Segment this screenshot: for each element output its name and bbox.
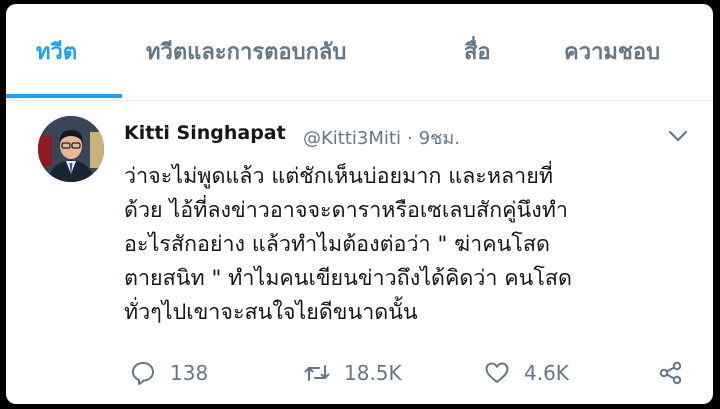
reply-icon [132, 362, 154, 385]
like-count: 4.6K [524, 361, 569, 385]
tweet-timestamp[interactable]: 9ชม. [419, 128, 460, 149]
tweet-actions: 138 18.5K 4.6K [6, 354, 713, 394]
reply-count: 138 [170, 361, 209, 385]
tab-tweets[interactable]: ทวีต [36, 34, 77, 69]
tweet-meta: @Kitti3Miti · 9ชม. [303, 123, 466, 152]
tweet-line: ว่าจะไม่พูดแล้ว แต่ชักเห็นบ่อยมาก และหลา… [124, 164, 554, 189]
author-handle[interactable]: @Kitti3Miti [303, 128, 401, 149]
share-icon [659, 361, 682, 385]
share-button[interactable] [658, 360, 684, 386]
author-name[interactable]: Kitti Singhapat [124, 122, 286, 144]
like-button[interactable]: 4.6K [484, 360, 569, 386]
tab-likes[interactable]: ความชอบ [564, 34, 660, 69]
tab-media[interactable]: สื่อ [464, 34, 491, 69]
meta-separator: · [406, 128, 413, 149]
tweet-line: ทั่วๆไปเขาจะสนใจไยดีขนาดนั้น [124, 300, 418, 325]
tweet-line: ตายสนิท " ทำไมคนเขียนข่าวถึงได้คิดว่า คน… [124, 266, 573, 291]
tweet-text: ว่าจะไม่พูดแล้ว แต่ชักเห็นบ่อยมาก และหลา… [124, 160, 704, 330]
avatar[interactable] [38, 116, 104, 182]
tweet-line: ด้วย ไอ้ที่ลงข่าวอาจจะดาราหรือเซเลบสักคู… [124, 198, 568, 223]
reply-button[interactable]: 138 [130, 360, 208, 386]
active-tab-indicator [6, 94, 122, 98]
retweet-count: 18.5K [344, 361, 402, 385]
retweet-button[interactable]: 18.5K [304, 360, 402, 386]
tab-tweets-and-replies[interactable]: ทวีตและการตอบกลับ [146, 34, 346, 69]
like-icon [485, 362, 509, 383]
tweet-line: อะไรสักอย่าง แล้วทำไมต้องต่อว่า " ฆ่าคนโ… [124, 232, 550, 257]
retweet-icon [304, 365, 330, 381]
profile-tabs: ทวีต ทวีตและการตอบกลับ สื่อ ความชอบ [6, 4, 713, 101]
profile-timeline: ทวีต ทวีตและการตอบกลับ สื่อ ความชอบ Kitt… [6, 4, 713, 404]
chevron-down-icon[interactable] [666, 128, 690, 144]
